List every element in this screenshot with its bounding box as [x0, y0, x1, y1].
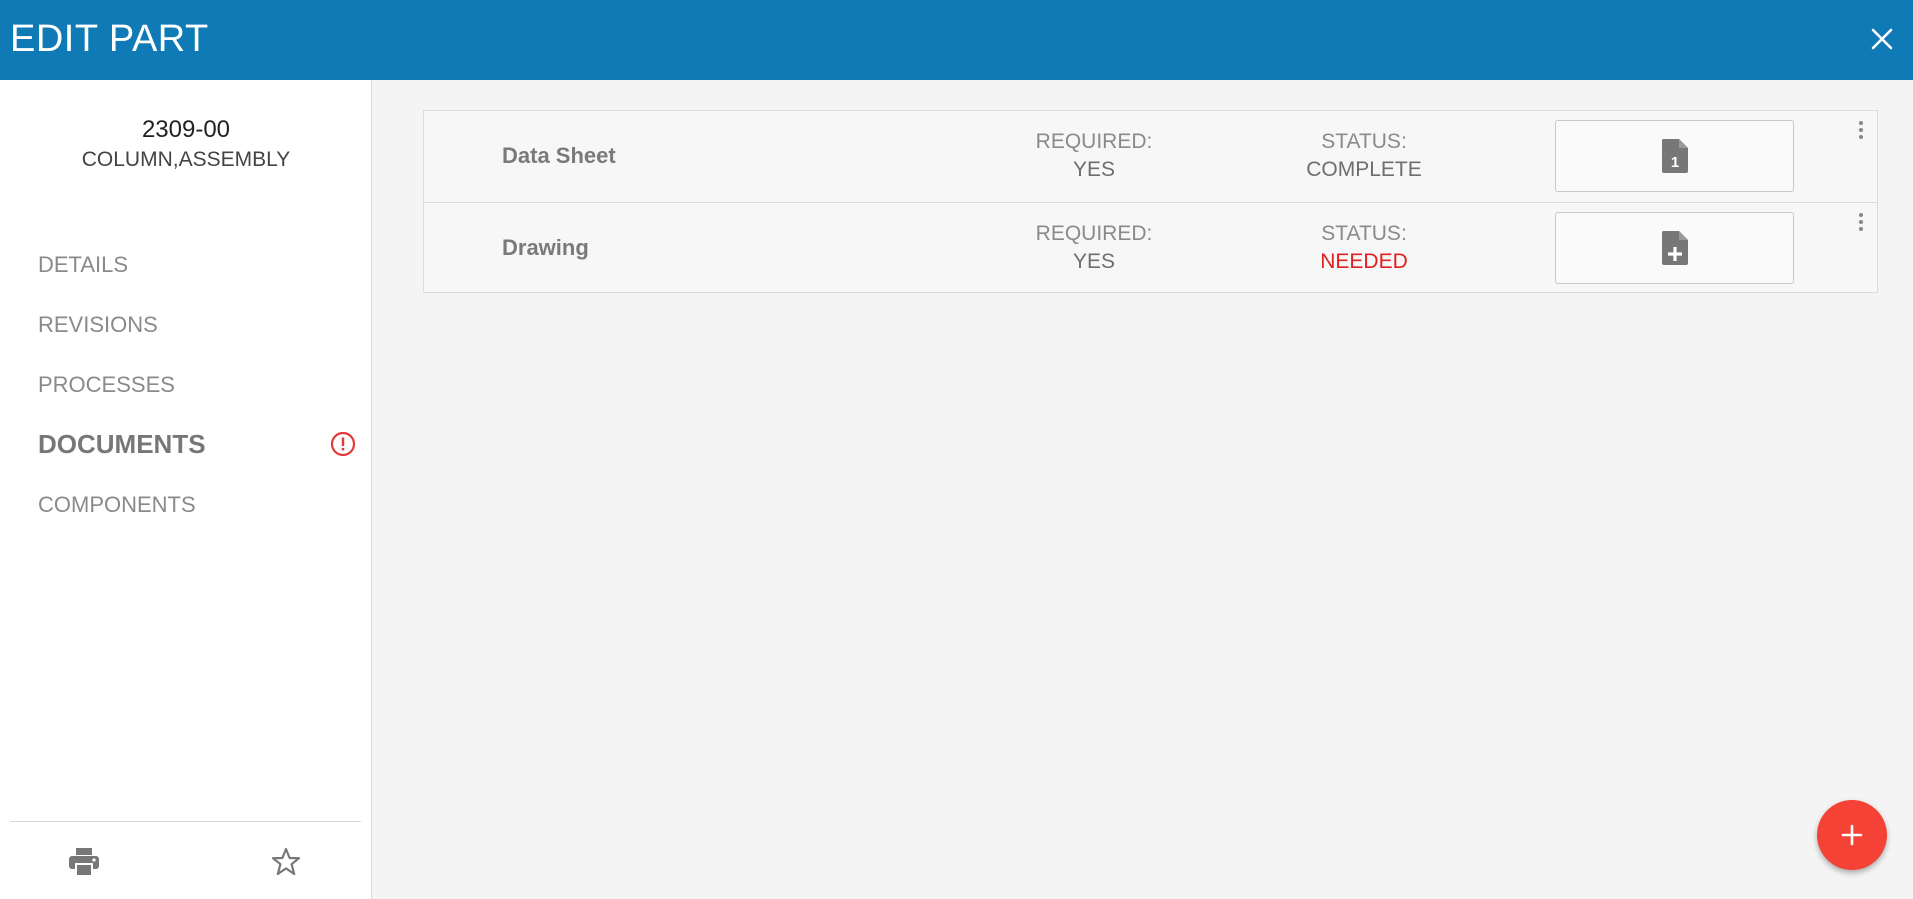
file-count-icon: 1	[1661, 139, 1688, 173]
part-number: 2309-00	[141, 116, 231, 143]
required-value: YES	[1072, 250, 1116, 273]
row-menu-button[interactable]	[1854, 119, 1868, 141]
sidebar: 2309-00 COLUMN,ASSEMBLY DETAILS REVISION…	[0, 80, 372, 899]
status-value: COMPLETE	[1306, 158, 1422, 181]
status-value: NEEDED	[1320, 250, 1408, 273]
header-bar: EDIT PART	[0, 0, 1913, 80]
print-icon	[69, 848, 99, 877]
row-menu-button[interactable]	[1854, 211, 1868, 233]
more-vertical-icon	[1859, 120, 1863, 125]
required-column: REQUIRED: YES	[1014, 220, 1174, 276]
nav-item-details[interactable]: DETAILS	[38, 252, 128, 278]
required-value: YES	[1072, 158, 1116, 181]
required-label: REQUIRED:	[1035, 130, 1153, 153]
nav-item-revisions[interactable]: REVISIONS	[38, 312, 158, 338]
nav-item-documents[interactable]: DOCUMENTS	[38, 429, 206, 460]
status-column: STATUS: COMPLETE	[1264, 128, 1464, 184]
star-outline-icon	[271, 847, 301, 876]
favorite-button[interactable]	[266, 842, 306, 882]
add-document-button[interactable]	[1817, 800, 1887, 870]
more-vertical-icon	[1859, 212, 1863, 217]
document-row: Drawing REQUIRED: YES STATUS: NEEDED	[424, 202, 1877, 293]
status-column: STATUS: NEEDED	[1264, 220, 1464, 276]
file-add-icon	[1661, 231, 1688, 265]
view-files-button[interactable]: 1	[1555, 120, 1794, 192]
close-button[interactable]	[1865, 22, 1899, 56]
add-file-button[interactable]	[1555, 212, 1794, 284]
page-title: EDIT PART	[10, 18, 209, 60]
document-name: Data Sheet	[502, 143, 616, 168]
status-label: STATUS:	[1321, 130, 1407, 153]
plus-icon	[1841, 824, 1863, 846]
nav-item-components[interactable]: COMPONENTS	[38, 492, 196, 518]
document-row: Data Sheet REQUIRED: YES STATUS: COMPLET…	[424, 111, 1877, 202]
sidebar-divider	[10, 821, 361, 822]
document-name: Drawing	[502, 235, 589, 260]
print-button[interactable]	[64, 842, 104, 882]
required-label: REQUIRED:	[1035, 222, 1153, 245]
part-description: COLUMN,ASSEMBLY	[81, 148, 291, 171]
alert-circle-icon	[330, 431, 356, 457]
file-count: 1	[1670, 154, 1678, 171]
documents-list: Data Sheet REQUIRED: YES STATUS: COMPLET…	[423, 110, 1878, 293]
nav-item-processes[interactable]: PROCESSES	[38, 372, 175, 398]
required-column: REQUIRED: YES	[1014, 128, 1174, 184]
status-label: STATUS:	[1321, 222, 1407, 245]
close-icon	[1871, 28, 1893, 50]
